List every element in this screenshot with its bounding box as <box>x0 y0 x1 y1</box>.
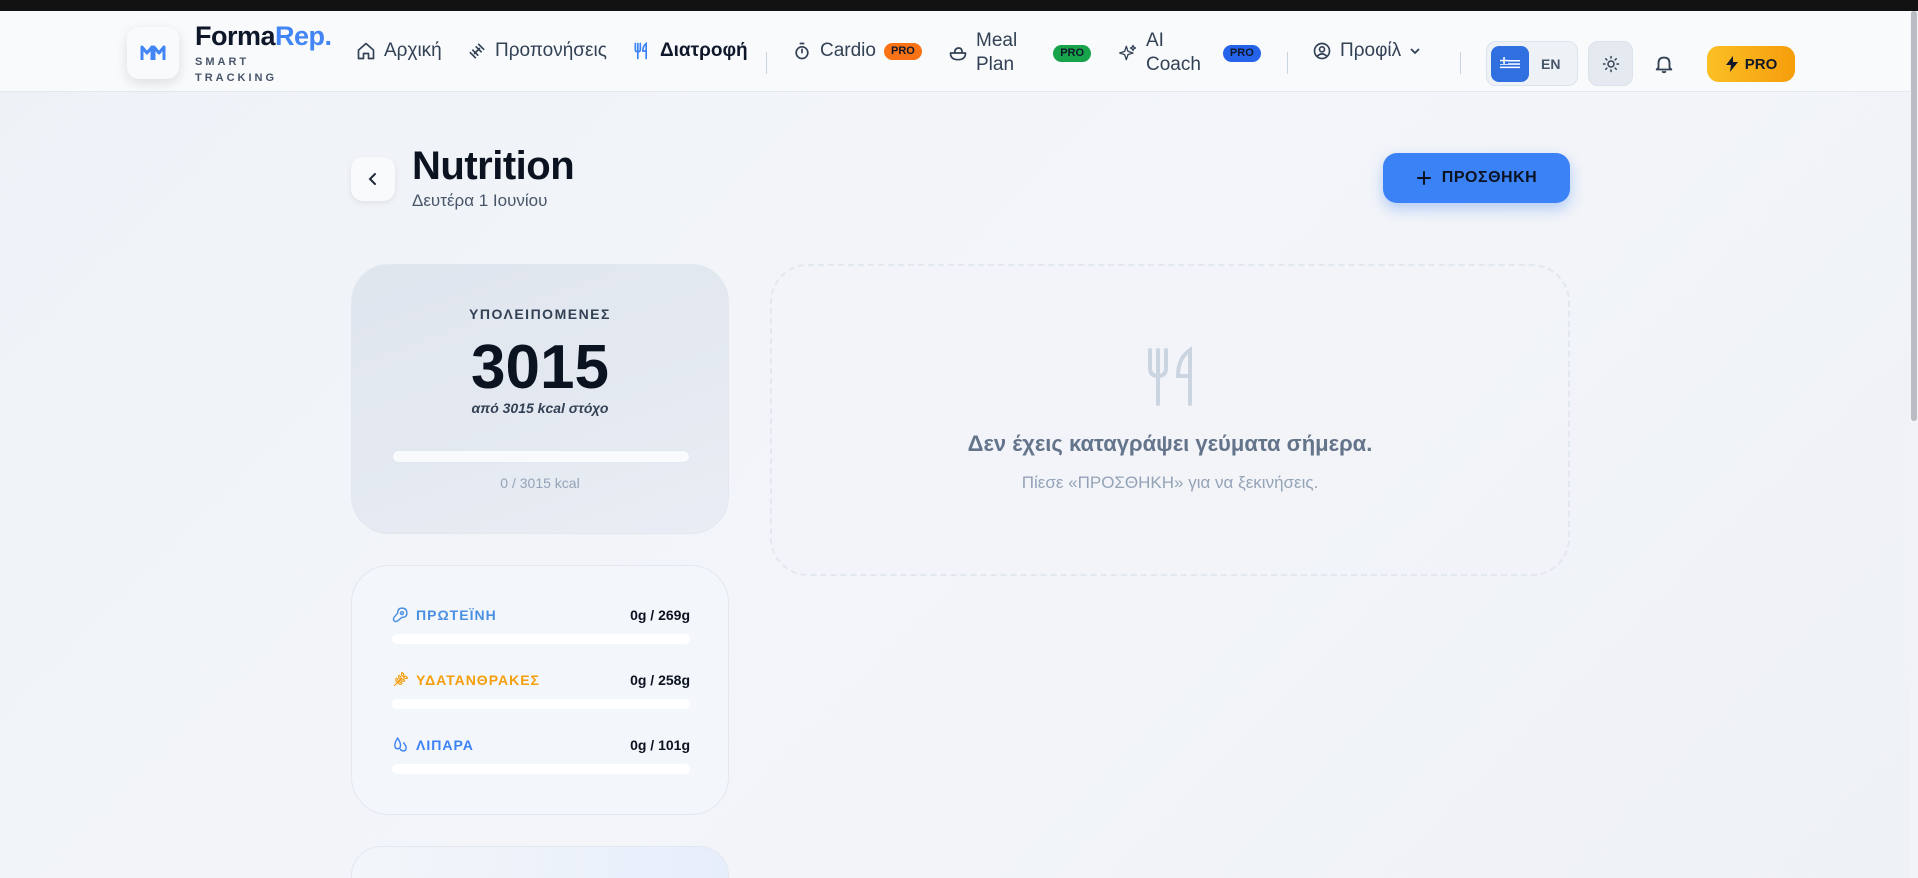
empty-state-subtitle: Πίεσε «ΠΡΟΣΘΗΚΗ» για να ξεκινήσεις. <box>1021 473 1319 492</box>
chevron-down-icon <box>1410 48 1420 55</box>
pro-badge-ai-coach: PRO <box>1222 44 1261 62</box>
brand-name-accent: Rep. <box>275 21 332 51</box>
nav-item-workouts[interactable]: Προπονήσεις <box>467 39 607 63</box>
scrollbar-thumb[interactable] <box>1911 11 1917 421</box>
macro-protein-bar <box>392 634 690 644</box>
macro-carbs-label: ΥΔΑΤΑΝΘΡΑΚΕΣ <box>416 671 540 688</box>
browser-top-strip <box>0 0 1918 11</box>
nav-separator <box>766 52 767 74</box>
pro-badge-meal-plan: PRO <box>1053 44 1092 62</box>
nav-label-coach: Coach <box>1146 54 1201 75</box>
nav-label-profile: Προφίλ <box>1340 40 1402 61</box>
pro-badge-cardio: PRO <box>883 42 922 60</box>
empty-state-title: Δεν έχεις καταγράψει γεύματα σήμερα. <box>967 431 1373 456</box>
back-button[interactable] <box>351 157 395 201</box>
calories-progress-bar <box>392 450 690 463</box>
nav-label-home: Αρχική <box>384 40 442 61</box>
macro-carbs-bar <box>392 699 690 709</box>
nav-item-meal-plan[interactable]: Meal Plan PRO <box>948 29 1092 77</box>
nav-item-cardio[interactable]: Cardio PRO <box>792 39 922 63</box>
macro-fats-bar <box>392 764 690 774</box>
meals-empty-state: Δεν έχεις καταγράψει γεύματα σήμερα. Πίε… <box>770 264 1570 576</box>
calories-remaining: 3015 <box>471 333 609 402</box>
greek-flag-icon <box>1500 57 1520 71</box>
bell-icon <box>1655 56 1673 74</box>
calories-footer: 0 / 3015 kcal <box>500 475 580 491</box>
nav-item-profile[interactable]: Προφίλ <box>1312 39 1421 63</box>
nav-label-plan: Plan <box>976 54 1015 75</box>
nav-item-ai-coach[interactable]: AI Coach PRO <box>1118 29 1261 77</box>
calories-card: ΥΠΟΛΕΙΠΟΜΕΝΕΣ 3015 από 3015 kcal στόχο 0… <box>351 264 729 534</box>
macro-row-fats: ΛΙΠΑΡΑ 0g / 101g <box>392 736 690 786</box>
droplet-icon <box>394 736 407 752</box>
nav-label-meal: Meal <box>976 30 1018 51</box>
nav-label-cardio: Cardio <box>820 40 876 61</box>
add-meal-button[interactable]: ΠΡΟΣΘΗΚΗ <box>1383 153 1570 203</box>
sparkles-icon <box>1119 44 1137 61</box>
dumbbell-icon <box>469 43 485 59</box>
protein-icon <box>392 607 408 623</box>
nav-label-ai-coach: AI Coach <box>1146 29 1201 77</box>
plus-icon <box>1416 171 1431 185</box>
add-meal-label: ΠΡΟΣΘΗΚΗ <box>1441 169 1538 186</box>
user-circle-icon <box>1313 42 1331 60</box>
wheat-icon <box>393 671 409 687</box>
lang-greek-button[interactable] <box>1491 46 1529 82</box>
page-title: Nutrition <box>412 144 575 188</box>
nav-label-meal-plan: Meal Plan <box>976 29 1017 77</box>
nav-item-home[interactable]: Αρχική <box>356 39 442 63</box>
brand-name-main: Forma <box>195 21 276 51</box>
app-logo[interactable] <box>127 27 179 79</box>
brand-sub-2: TRACKING <box>195 72 278 85</box>
nav-label-nutrition: Διατροφή <box>660 40 748 61</box>
home-icon <box>357 42 375 60</box>
notifications-button[interactable] <box>1649 49 1679 79</box>
macro-protein-name: ΠΡΩΤΕΪΝΗ <box>392 606 497 623</box>
top-navbar: FormaRep. SMART TRACKING Αρχική Προπονήσ… <box>0 11 1910 92</box>
brand: FormaRep. SMART TRACKING <box>195 19 332 86</box>
macro-fats-label: ΛΙΠΑΡΑ <box>416 736 474 753</box>
macro-protein-label: ΠΡΩΤΕΪΝΗ <box>416 606 497 623</box>
nav-separator <box>1287 52 1288 74</box>
logo-icon <box>140 45 166 60</box>
chevron-left-icon <box>368 173 376 185</box>
additional-card <box>351 846 729 878</box>
page-date: Δευτέρα 1 Ιουνίου <box>412 191 548 210</box>
macro-row-carbs: ΥΔΑΤΑΝΘΡΑΚΕΣ 0g / 258g <box>392 671 690 721</box>
theme-toggle-button[interactable] <box>1588 41 1633 86</box>
upgrade-pro-label: PRO <box>1744 55 1778 73</box>
macro-protein-value: 0g / 269g <box>630 606 690 623</box>
macro-carbs-value: 0g / 258g <box>630 671 690 688</box>
nav-label-workouts: Προπονήσεις <box>495 40 607 61</box>
salad-icon <box>949 47 967 61</box>
macro-row-protein: ΠΡΩΤΕΪΝΗ 0g / 269g <box>392 606 690 656</box>
page-scrollbar[interactable] <box>1910 11 1918 878</box>
upgrade-pro-button[interactable]: PRO <box>1707 46 1795 82</box>
macros-card: ΠΡΩΤΕΪΝΗ 0g / 269g ΥΔΑΤΑΝΘΡΑΚΕΣ 0g / 258… <box>351 565 729 815</box>
lang-en-button[interactable]: EN <box>1541 56 1560 72</box>
stopwatch-icon <box>795 42 809 60</box>
nav-label-ai: AI <box>1146 30 1164 51</box>
macro-fats-value: 0g / 101g <box>630 736 690 753</box>
calories-label: ΥΠΟΛΕΙΠΟΜΕΝΕΣ <box>469 306 611 322</box>
nav-item-nutrition[interactable]: Διατροφή <box>632 39 748 63</box>
nav-separator <box>1460 52 1461 74</box>
brand-sub-1: SMART <box>195 56 250 69</box>
macro-carbs-name: ΥΔΑΤΑΝΘΡΑΚΕΣ <box>392 671 540 688</box>
brand-name: FormaRep. <box>195 19 332 54</box>
calories-subtitle: από 3015 kcal στόχο <box>471 400 609 416</box>
utensils-icon <box>634 41 647 60</box>
language-switcher: EN <box>1486 41 1578 86</box>
lightning-icon <box>1725 56 1738 72</box>
sun-icon <box>1602 55 1619 72</box>
macro-fats-name: ΛΙΠΑΡΑ <box>392 736 474 753</box>
utensils-icon <box>1142 346 1202 406</box>
